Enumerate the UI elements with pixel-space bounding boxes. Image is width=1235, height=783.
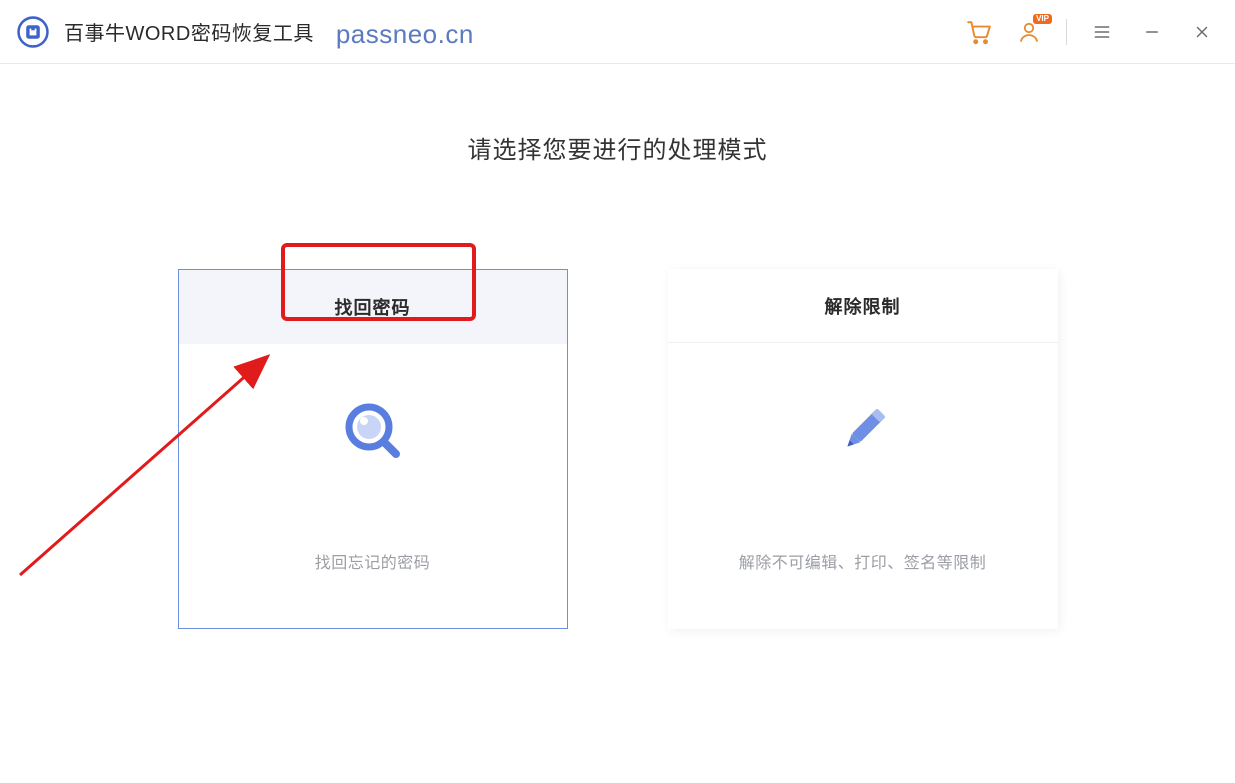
- app-title: 百事牛WORD密码恢复工具: [64, 17, 314, 46]
- mode-card-desc: 找回忘记的密码: [315, 549, 431, 573]
- page-prompt: 请选择您要进行的处理模式: [0, 130, 1235, 165]
- app-logo-icon: [16, 15, 50, 49]
- pencil-icon: [831, 399, 895, 463]
- account-icon[interactable]: VIP: [1014, 17, 1044, 47]
- vip-badge: VIP: [1033, 14, 1052, 24]
- minimize-icon[interactable]: [1137, 17, 1167, 47]
- main-content: 请选择您要进行的处理模式 找回密码 找回忘记的密码 解除限制: [0, 64, 1235, 629]
- watermark-text: passneo.cn: [336, 19, 474, 50]
- mode-card-remove-restriction[interactable]: 解除限制 解除不可编辑、打印、签名等限制: [668, 269, 1058, 629]
- mode-card-title: 找回密码: [179, 270, 567, 344]
- mode-card-title: 解除限制: [668, 269, 1058, 343]
- mode-card-body: 解除不可编辑、打印、签名等限制: [668, 343, 1058, 629]
- mode-card-body: 找回忘记的密码: [179, 344, 567, 628]
- magnifier-icon: [341, 399, 405, 463]
- titlebar-divider: [1066, 19, 1067, 45]
- mode-card-recover-password[interactable]: 找回密码 找回忘记的密码: [178, 269, 568, 629]
- menu-icon[interactable]: [1087, 17, 1117, 47]
- mode-card-desc: 解除不可编辑、打印、签名等限制: [739, 549, 987, 573]
- close-icon[interactable]: [1187, 17, 1217, 47]
- titlebar: 百事牛WORD密码恢复工具 passneo.cn VIP: [0, 0, 1235, 64]
- cart-icon[interactable]: [964, 17, 994, 47]
- mode-cards: 找回密码 找回忘记的密码 解除限制: [0, 269, 1235, 629]
